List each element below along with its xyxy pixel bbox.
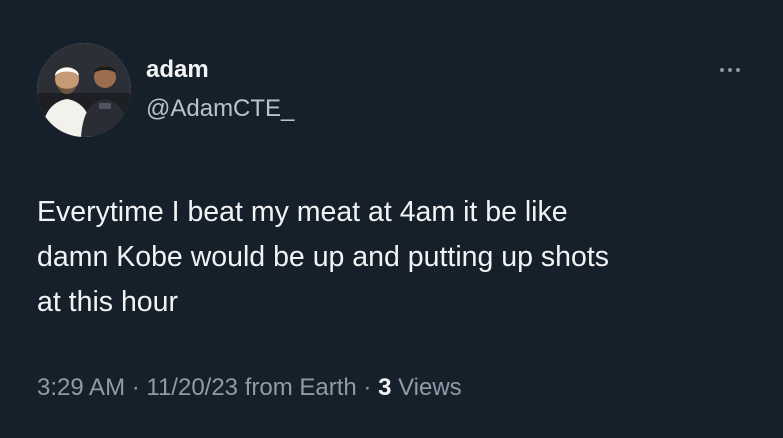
- display-name[interactable]: adam: [146, 55, 209, 85]
- separator-dot: ·: [125, 374, 147, 401]
- tweet-card: adam @AdamCTE_ Everytime I beat my meat …: [0, 0, 783, 438]
- tweet-time-link[interactable]: 3:29 AM: [37, 374, 125, 401]
- views-count[interactable]: 3: [378, 374, 391, 401]
- profile-photo-icon: [37, 43, 131, 137]
- username-handle[interactable]: @AdamCTE_: [146, 94, 294, 124]
- more-horizontal-icon: [720, 68, 724, 72]
- more-options-button[interactable]: [712, 58, 748, 82]
- tweet-text: Everytime I beat my meat at 4am it be li…: [37, 196, 610, 318]
- avatar[interactable]: [37, 43, 131, 137]
- tweet-date-link[interactable]: 11/20/23: [146, 374, 238, 401]
- tweet-metadata: 3:29 AM · 11/20/23 from Earth · 3 Views: [37, 371, 462, 405]
- tweet-source: from Earth: [238, 374, 357, 401]
- views-label: Views: [391, 374, 462, 401]
- separator-dot: ·: [356, 374, 379, 401]
